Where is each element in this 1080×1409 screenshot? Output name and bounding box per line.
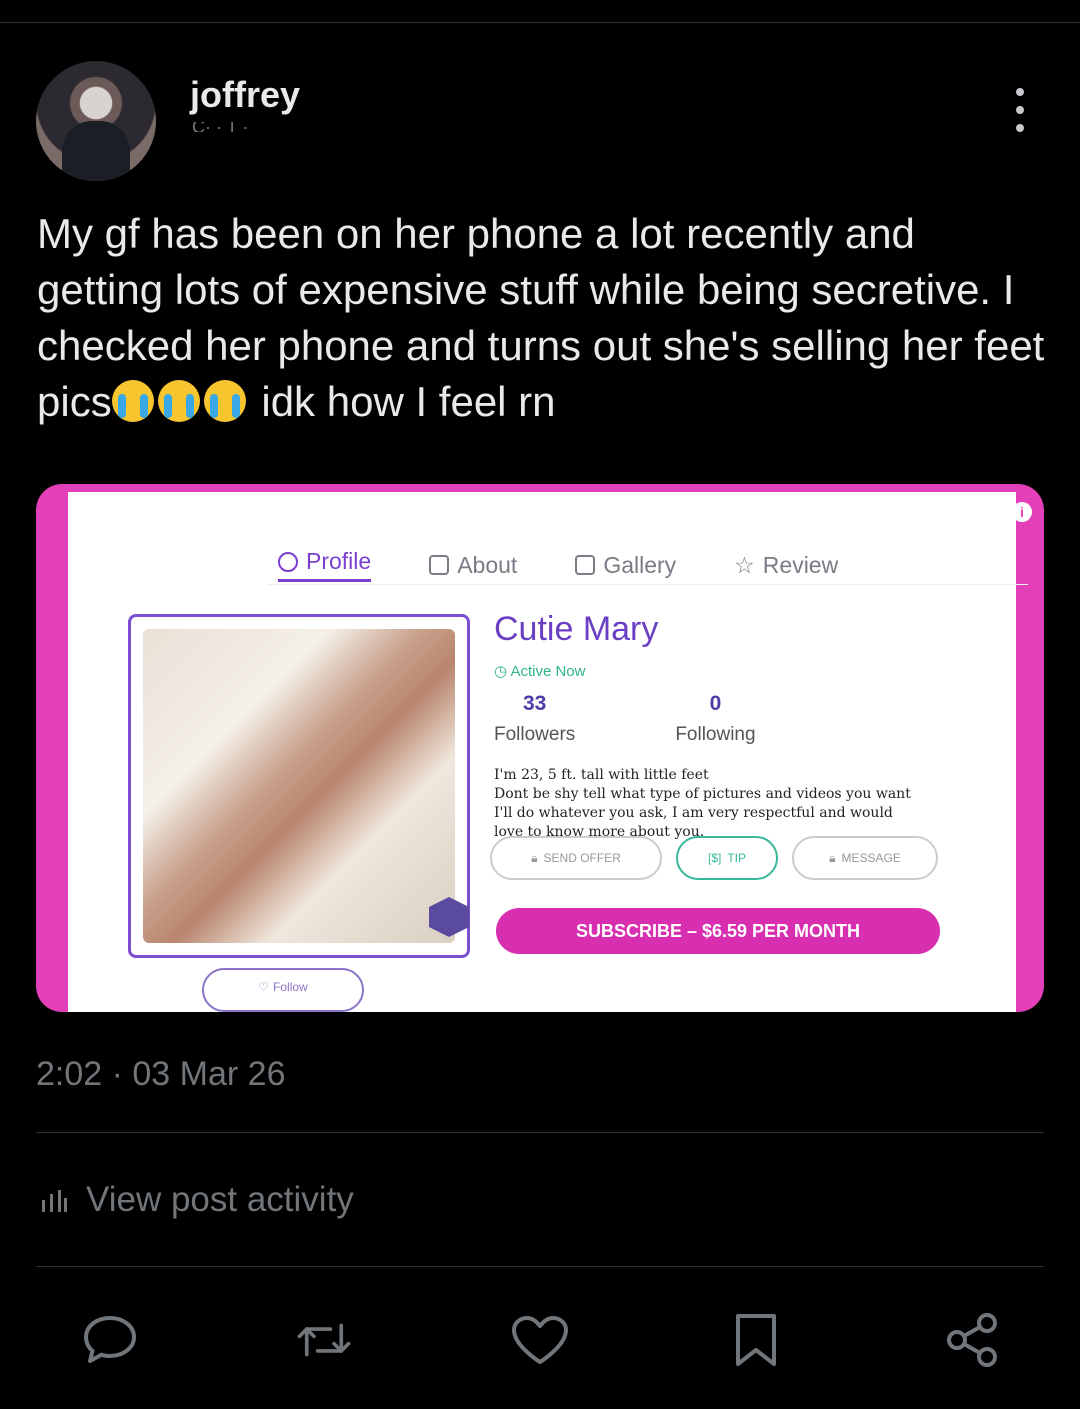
follow-button: ♡ Follow [202,968,364,1012]
tab-gallery: Gallery [575,548,676,582]
loudly-crying-emoji-icon [111,380,154,422]
user-handle: C· · T · [192,122,249,132]
embedded-profile-card: Profile About Gallery ☆ Review Cutie Mary… [68,492,1028,1012]
lock-icon: 🔒︎ [829,850,836,865]
tab-review: ☆ Review [734,551,839,578]
username[interactable]: joffrey [190,74,300,116]
avatar[interactable] [36,61,156,181]
subscribe-button: SUBSCRIBE – $6.59 PER MONTH [496,908,940,954]
bookmark-icon[interactable] [726,1308,786,1372]
profile-name: Cutie Mary [494,610,659,648]
message-button: 🔒︎ MESSAGE [792,836,938,880]
profile-photo [143,629,455,943]
profile-photo-frame [128,614,470,958]
share-icon[interactable] [942,1308,1002,1372]
tweet-media-image[interactable]: i Profile About Gallery ☆ Review Cutie Ma… [36,484,1044,1012]
tweet-text-tail: idk how I feel rn [249,378,556,425]
dollar-icon: [$] [707,851,722,865]
tab-about: About [429,548,517,582]
profile-stats: 33 Followers 0 Following [494,692,756,746]
analytics-icon [42,1190,67,1212]
divider [36,1132,1044,1133]
following-stat: 0 Following [675,692,756,745]
person-icon [278,551,298,572]
tweet-text: My gf has been on her phone a lot recent… [37,206,1047,430]
divider [36,1266,1044,1267]
tweet-timestamp[interactable]: 2:02 · 03 Mar 26 [36,1055,285,1094]
image-icon [575,555,596,575]
star-icon: ☆ [734,551,755,578]
profile-actions: 🔒︎ SEND OFFER [$] TIP 🔒︎ MESSAGE [490,836,938,880]
heart-icon: ♡ [258,980,270,994]
send-offer-button: 🔒︎ SEND OFFER [490,836,662,880]
view-post-activity-link[interactable]: View post activity [40,1180,354,1220]
tweet-action-bar [80,1308,1000,1372]
reply-icon[interactable] [80,1308,140,1372]
followers-stat: 33 Followers [494,692,576,745]
profile-bio: I'm 23, 5 ft. tall with little feet Dont… [494,767,911,840]
profile-tabs: Profile About Gallery ☆ Review [278,548,838,582]
loudly-crying-emoji-icon [203,380,246,422]
info-icon [429,555,450,575]
tabs-divider [268,584,1028,585]
top-divider [0,22,1080,23]
loudly-crying-emoji-icon [157,380,200,422]
retweet-icon[interactable] [294,1308,354,1372]
tab-profile: Profile [278,548,372,582]
lock-icon: 🔒︎ [531,850,538,865]
tip-button: [$] TIP [676,836,778,880]
more-options-icon[interactable] [1006,88,1034,132]
active-status: ◷ Active Now [494,663,586,680]
like-icon[interactable] [510,1308,570,1372]
